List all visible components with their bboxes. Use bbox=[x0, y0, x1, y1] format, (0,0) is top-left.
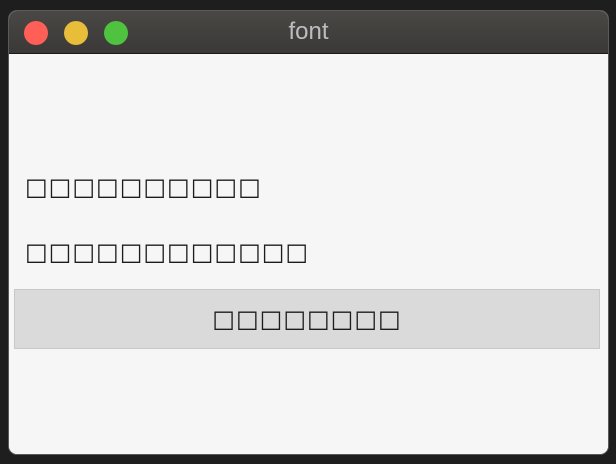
title-bar[interactable]: font bbox=[9, 11, 608, 54]
text-label-1: □□□□□□□□□□ bbox=[25, 173, 262, 201]
action-button[interactable]: □□□□□□□□ bbox=[14, 289, 600, 349]
window-title: font bbox=[288, 18, 329, 45]
text-label-2: □□□□□□□□□□□□ bbox=[25, 238, 310, 266]
app-window: font □□□□□□□□□□ □□□□□□□□□□□□ □□□□□□□□ bbox=[9, 11, 608, 454]
window-content: □□□□□□□□□□ □□□□□□□□□□□□ □□□□□□□□ bbox=[9, 54, 608, 454]
